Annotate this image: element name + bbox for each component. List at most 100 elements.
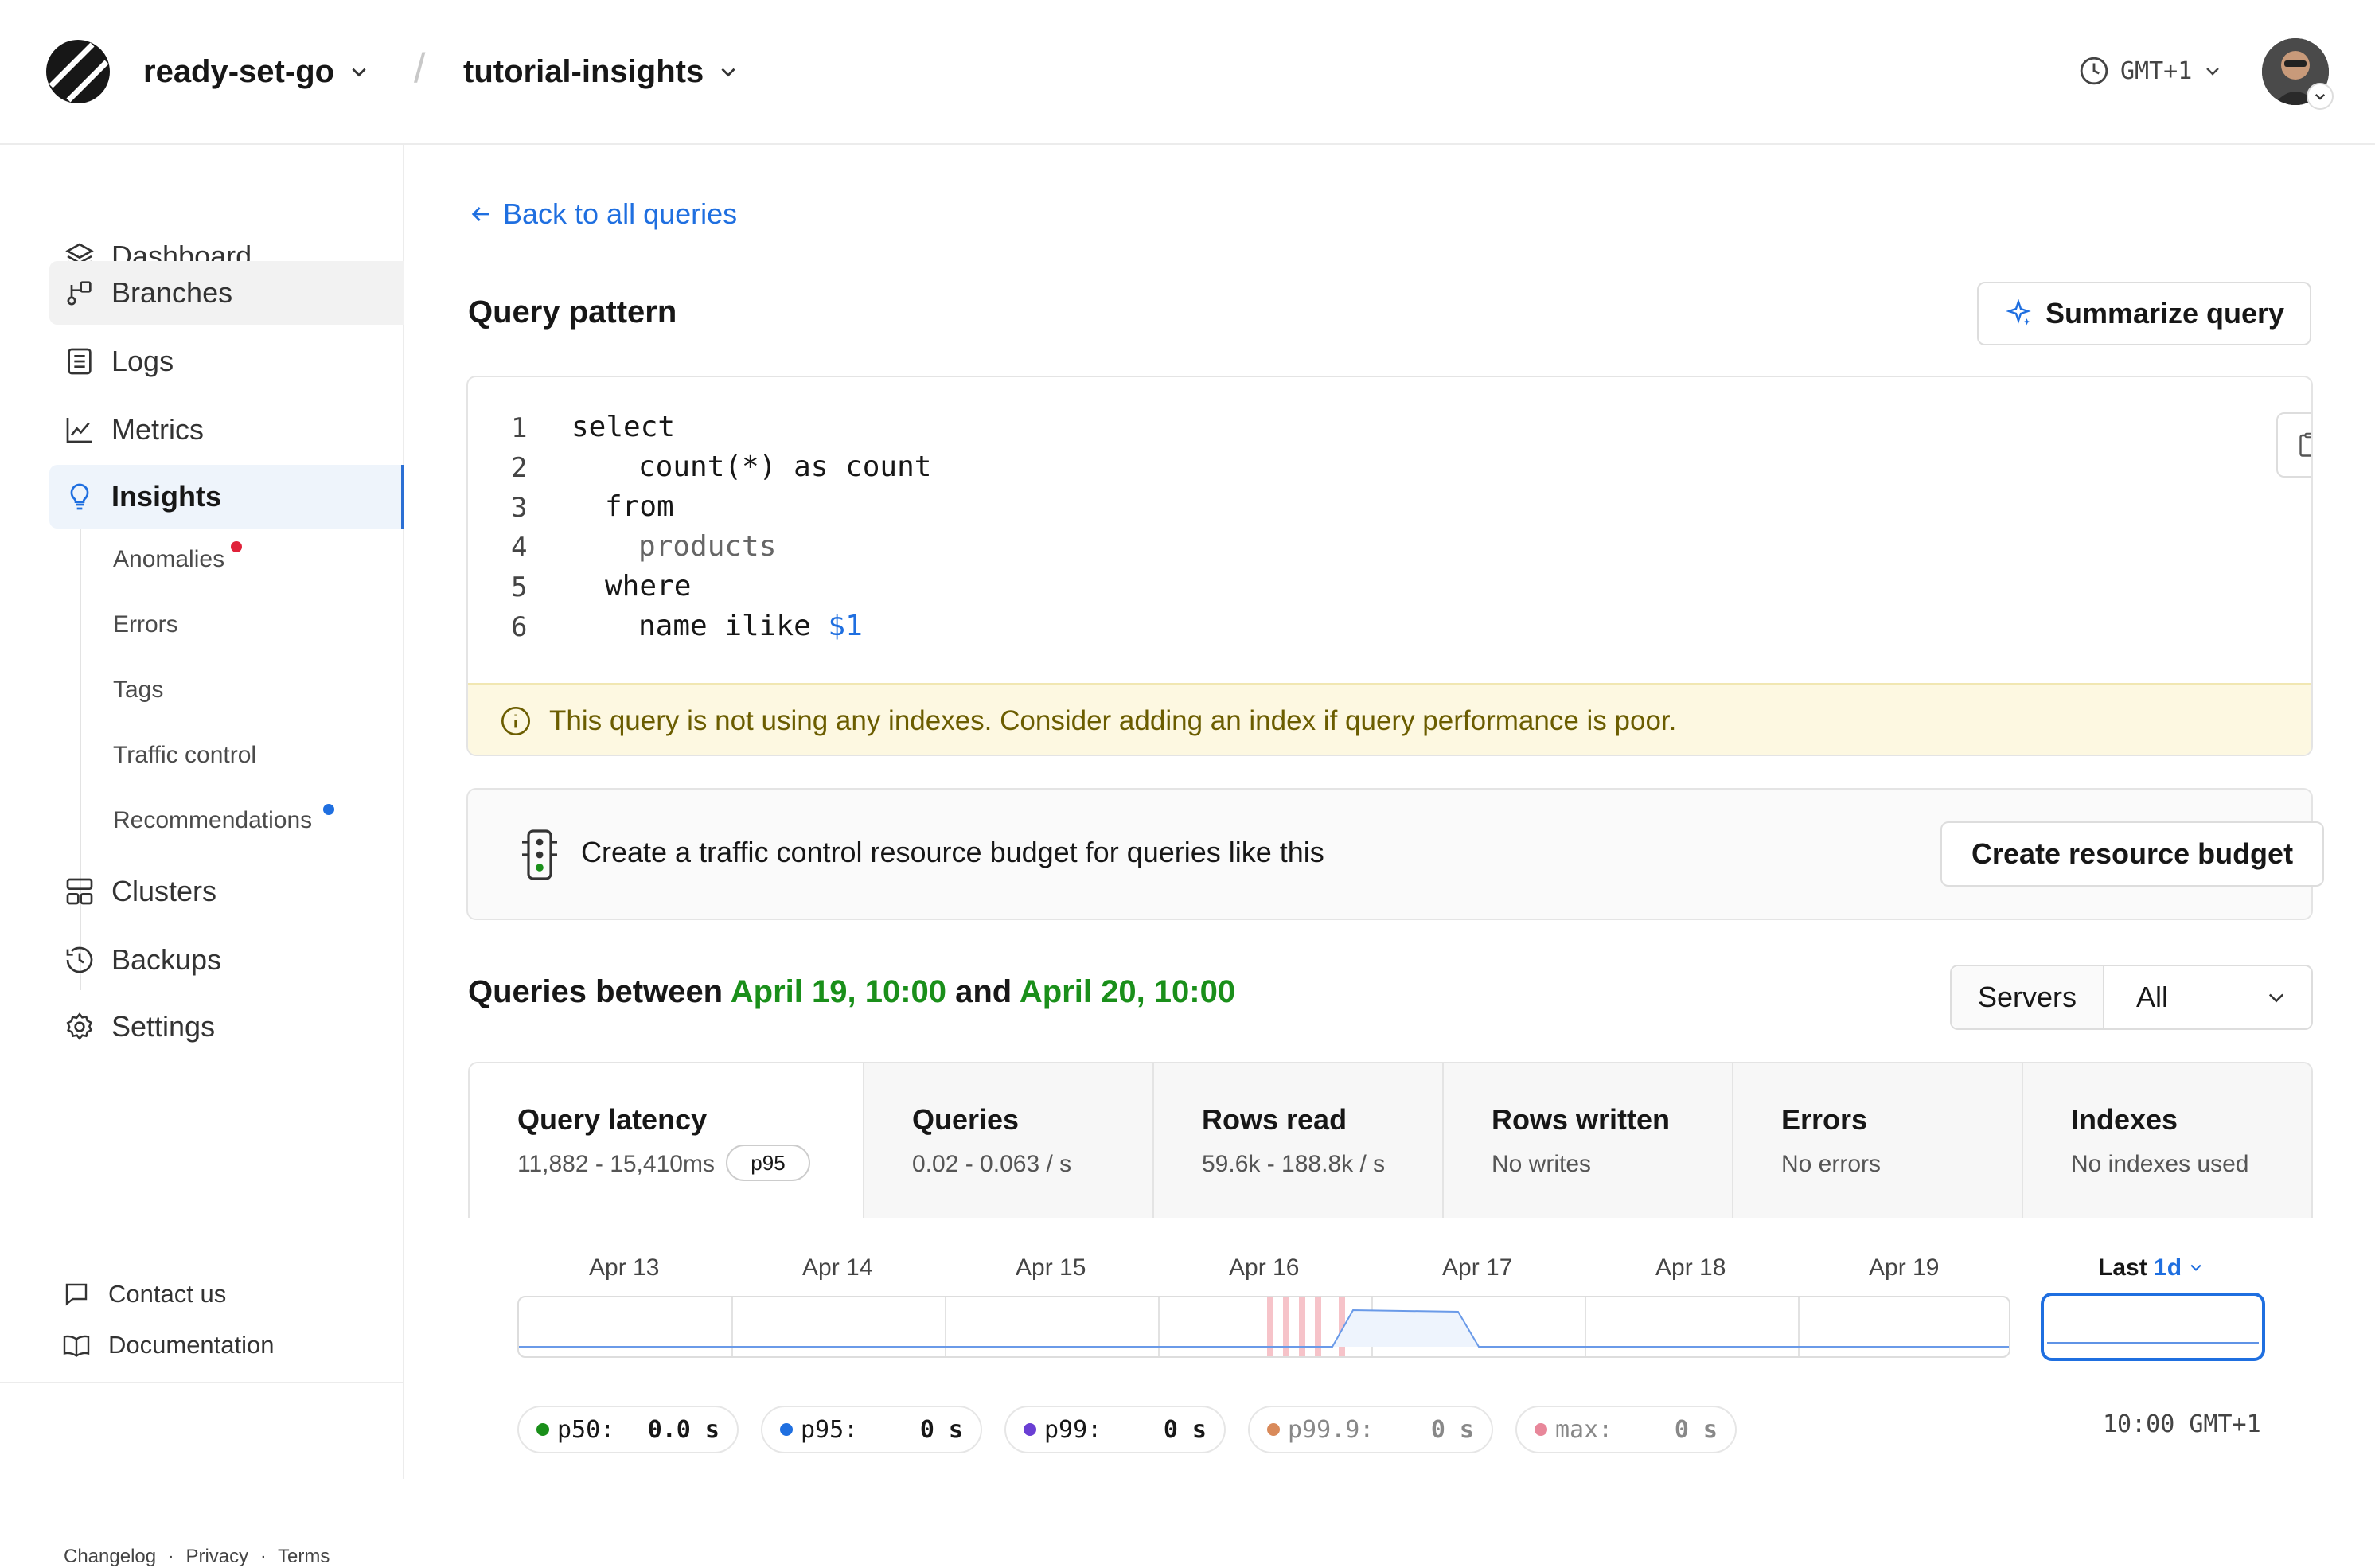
legal-links: Changelog · Privacy · Terms <box>64 1546 330 1568</box>
percentile-badge[interactable]: p95 <box>726 1145 810 1181</box>
logs-icon <box>68 348 92 375</box>
timeline-date: Apr 13 <box>589 1254 660 1281</box>
sidebar-item-label: Branches <box>111 276 233 309</box>
sidebar-item-label: Clusters <box>111 875 217 907</box>
tab-value: 59.6k - 188.8k / s <box>1202 1151 1386 1177</box>
sidebar-item-label: Logs <box>111 345 174 377</box>
tab-errors[interactable]: Errors No errors <box>1733 1063 2023 1218</box>
percentile-pill-p99-9[interactable]: p99.9: 0 s <box>1248 1406 1493 1453</box>
code-line: where <box>605 570 692 603</box>
create-resource-budget-button[interactable]: Create resource budget <box>1940 821 2324 887</box>
pill-label: p99.9: <box>1288 1415 1375 1444</box>
range-end: April 20, 10:00 <box>1019 974 1236 1009</box>
legal-separator: · <box>259 1546 267 1567</box>
book-icon <box>63 1335 90 1357</box>
timeline-date: Apr 14 <box>802 1254 873 1281</box>
range-start: April 19, 10:00 <box>730 974 946 1009</box>
anomalies-notification-dot <box>231 541 242 552</box>
sidebar-subitem-tags[interactable]: Tags <box>113 677 163 704</box>
chevron-down-icon <box>2268 993 2284 1003</box>
sidebar-item-clusters[interactable]: Clusters <box>49 860 404 923</box>
pill-value: 0 s <box>1674 1415 1718 1444</box>
chevron-down-icon <box>721 68 735 77</box>
timeline-date: Apr 16 <box>1229 1254 1300 1281</box>
chevron-down-icon <box>2315 93 2326 100</box>
sidebar: Dashboard Branches Logs Metrics Insights… <box>0 145 404 1567</box>
tab-title: Rows read <box>1202 1103 1347 1136</box>
pill-value: 0 s <box>919 1415 963 1444</box>
p95-color-dot <box>780 1423 793 1436</box>
sidebar-item-metrics[interactable]: Metrics <box>49 398 404 462</box>
budget-text: Create a traffic control resource budget… <box>581 836 1324 868</box>
changelog-link[interactable]: Changelog <box>64 1546 156 1567</box>
clusters-icon <box>66 878 93 905</box>
org-switcher[interactable]: ready-set-go <box>143 48 369 96</box>
chevron-down-icon <box>352 68 366 77</box>
sidebar-item-logs[interactable]: Logs <box>49 330 404 393</box>
percentile-pill-p95[interactable]: p95: 0 s <box>761 1406 982 1453</box>
timezone-selector[interactable]: GMT+1 <box>2079 56 2222 86</box>
percentile-pill-max[interactable]: max: 0 s <box>1515 1406 1737 1453</box>
percentile-pill-p99[interactable]: p99: 0 s <box>1004 1406 1226 1453</box>
org-name: ready-set-go <box>143 53 335 89</box>
timeline-sparkline <box>519 1297 2009 1356</box>
percentile-pill-p50[interactable]: p50: 0.0 s <box>517 1406 739 1453</box>
p99-9-color-dot <box>1267 1423 1280 1436</box>
resource-budget-banner: Create a traffic control resource budget… <box>466 788 2324 920</box>
servers-label: Servers <box>1952 966 2104 1028</box>
chevron-down-icon <box>2190 1264 2201 1271</box>
sidebar-item-settings[interactable]: Settings <box>49 995 404 1059</box>
timeline-date: Apr 19 <box>1869 1254 1940 1281</box>
sidebar-item-branches[interactable]: Branches <box>49 261 404 325</box>
traffic-light-icon <box>522 829 557 880</box>
tab-title: Errors <box>1781 1103 1868 1136</box>
query-code-block: 1 2 3 4 5 6 select count(*) as count fro… <box>466 376 2313 756</box>
title-mid: and <box>946 974 1020 1009</box>
documentation-link[interactable]: Documentation <box>63 1331 275 1359</box>
sidebar-subitem-anomalies[interactable]: Anomalies <box>113 546 224 573</box>
summarize-query-label: Summarize query <box>2045 297 2285 330</box>
sidebar-subitem-traffic-control[interactable]: Traffic control <box>113 742 256 769</box>
tab-queries[interactable]: Queries 0.02 - 0.063 / s <box>864 1063 1154 1218</box>
range-value: 1d <box>2154 1254 2182 1281</box>
sidebar-item-backups[interactable]: Backups <box>49 928 404 992</box>
selected-range-window[interactable] <box>2041 1293 2265 1361</box>
tab-value: 11,882 - 15,410ms <box>517 1151 715 1177</box>
sidebar-item-insights[interactable]: Insights <box>49 465 404 529</box>
summarize-query-button[interactable]: Summarize query <box>1977 282 2311 345</box>
top-bar: ready-set-go / tutorial-insights GMT+1 <box>0 0 2375 145</box>
sidebar-item-label: Settings <box>111 1010 216 1043</box>
servers-filter[interactable]: Servers All <box>1950 965 2313 1030</box>
lightbulb-icon <box>70 483 89 510</box>
backup-clock-icon <box>66 946 93 973</box>
pill-value: 0 s <box>1163 1415 1207 1444</box>
database-name: tutorial-insights <box>463 53 704 89</box>
pill-label: p99: <box>1044 1415 1102 1444</box>
tab-value: No errors <box>1781 1151 1882 1177</box>
line-number: 6 <box>511 611 528 643</box>
sidebar-subitem-recommendations[interactable]: Recommendations <box>113 807 312 834</box>
title-prefix: Queries between <box>468 974 731 1009</box>
documentation-label: Documentation <box>108 1331 275 1359</box>
avatar-menu-badge[interactable] <box>2307 83 2334 110</box>
range-selector[interactable]: Last 1d <box>2098 1254 2204 1281</box>
timeline-date: Apr 17 <box>1442 1254 1513 1281</box>
terms-link[interactable]: Terms <box>278 1546 330 1567</box>
tab-rows-read[interactable]: Rows read 59.6k - 188.8k / s <box>1154 1063 1444 1218</box>
timeline-overview-chart[interactable] <box>517 1296 2010 1358</box>
servers-select[interactable]: All <box>2104 966 2311 1028</box>
privacy-link[interactable]: Privacy <box>185 1546 248 1567</box>
chart-icon <box>66 418 92 443</box>
back-to-queries-link[interactable]: Back to all queries <box>468 197 737 231</box>
database-switcher[interactable]: tutorial-insights <box>463 48 739 96</box>
back-link-label: Back to all queries <box>503 197 738 230</box>
tab-indexes[interactable]: Indexes No indexes used <box>2023 1063 2311 1218</box>
sidebar-subitem-errors[interactable]: Errors <box>113 611 178 638</box>
tab-rows-written[interactable]: Rows written No writes <box>1444 1063 1733 1218</box>
line-number: 2 <box>511 452 528 484</box>
copy-button[interactable] <box>2276 412 2311 478</box>
planetscale-logo-icon[interactable] <box>45 38 111 105</box>
tab-query-latency[interactable]: Query latency 11,882 - 15,410ms p95 <box>470 1063 864 1218</box>
code-line: select <box>571 411 676 443</box>
contact-us-link[interactable]: Contact us <box>64 1280 226 1309</box>
